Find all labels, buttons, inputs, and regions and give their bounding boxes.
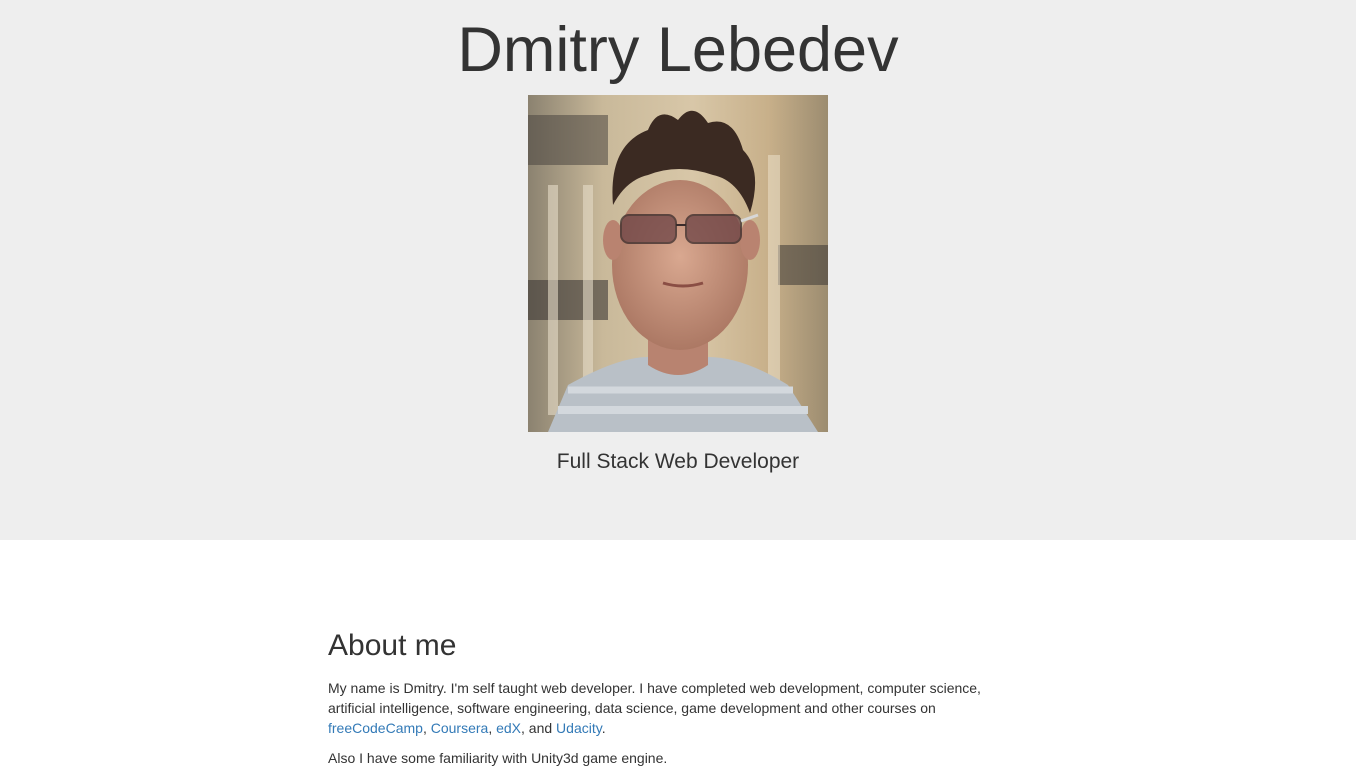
portrait-photo xyxy=(528,95,828,432)
freecodecamp-link[interactable]: freeCodeCamp xyxy=(328,720,423,736)
unity-paragraph: Also I have some familiarity with Unity3… xyxy=(328,750,668,766)
coursera-link[interactable]: Coursera xyxy=(431,720,489,736)
about-heading: About me xyxy=(328,629,457,662)
udacity-link[interactable]: Udacity xyxy=(556,720,602,736)
job-title: Full Stack Web Developer xyxy=(556,450,800,473)
hero-section: Dmitry Lebedev Full Stack Web Developer xyxy=(0,0,1356,540)
edx-link[interactable]: edX xyxy=(496,720,521,736)
page-title: Dmitry Lebedev xyxy=(457,15,899,85)
about-intro-paragraph: My name is Dmitry. I'm self taught web d… xyxy=(328,680,981,736)
about-intro-text: My name is Dmitry. I'm self taught web d… xyxy=(328,680,981,716)
about-section: About me My name is Dmitry. I'm self tau… xyxy=(328,626,1028,778)
